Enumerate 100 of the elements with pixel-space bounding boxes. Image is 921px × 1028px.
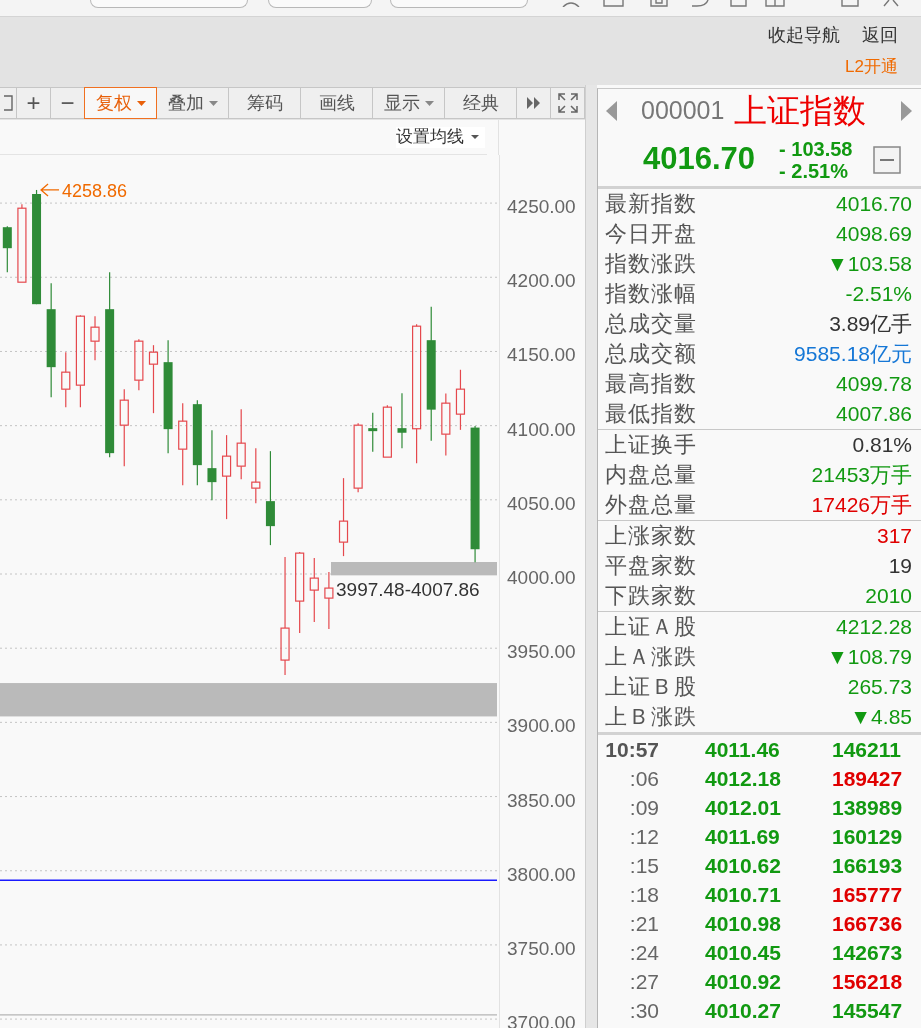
- stat-label: 最新指数: [605, 190, 697, 218]
- rising-candle: [441, 392, 451, 457]
- minus-box-icon[interactable]: [873, 145, 901, 174]
- tick-volume: 160129: [832, 823, 903, 850]
- tick-time: :06: [629, 765, 659, 792]
- stat-value: 4007.86: [836, 401, 912, 427]
- rising-candle: [455, 369, 466, 431]
- moving-average-dropdown[interactable]: 设置均线: [396, 126, 485, 148]
- double-triangle-icon: [526, 97, 541, 109]
- nav-link[interactable]: 返回: [862, 22, 898, 48]
- percent-change: - 2.51%: [779, 159, 849, 182]
- tick-time: :21: [629, 910, 659, 937]
- stat-label: 上Ａ涨跌: [605, 643, 697, 671]
- axis-label: 4250.00: [507, 196, 576, 218]
- curve-icon[interactable]: [691, 0, 709, 7]
- right-triangle-icon[interactable]: [901, 101, 912, 121]
- rising-candle: [309, 557, 319, 623]
- tick-time: :15: [629, 852, 659, 879]
- tick-price: 4011.46: [705, 736, 780, 763]
- rising-candle: [382, 404, 392, 458]
- falling-candle: [397, 392, 407, 449]
- axis-label: 4050.00: [507, 492, 576, 514]
- axis-label: 3800.00: [507, 863, 576, 885]
- stat-value: 19: [888, 553, 912, 579]
- stat-label: 最低指数: [605, 400, 697, 428]
- user-icon[interactable]: [562, 0, 580, 7]
- stat-value: 9585.18亿元: [794, 341, 912, 367]
- stat-value: 317: [876, 523, 912, 549]
- toolbar-control[interactable]: [268, 0, 372, 8]
- axis-label: 4100.00: [507, 418, 576, 440]
- stat-value: 17426万手: [811, 492, 912, 518]
- tick-price: 4010.98: [705, 910, 781, 937]
- stat-value: 4099.78: [836, 371, 912, 397]
- caret-icon: [471, 135, 479, 139]
- tick-time: :18: [629, 881, 659, 908]
- toolbar-button[interactable]: 显示: [372, 87, 445, 119]
- tick-volume: 189427: [832, 765, 903, 792]
- stat-value: 265.73: [847, 674, 912, 700]
- more-button[interactable]: [516, 87, 551, 119]
- axis-label: 4000.00: [507, 567, 576, 588]
- toolbar-button[interactable]: 叠加: [156, 87, 229, 119]
- stat-value: ▼103.58: [827, 251, 912, 277]
- toolbar-button[interactable]: +: [16, 87, 51, 119]
- index-name: 上证指数: [734, 92, 867, 130]
- nav-link[interactable]: 收起导航: [768, 22, 840, 48]
- maximize-icon[interactable]: [841, 0, 859, 7]
- axis-label: 3900.00: [507, 715, 576, 737]
- tick-price: 4010.27: [705, 997, 781, 1024]
- tick-time: :12: [629, 823, 659, 850]
- tick-price: 4011.69: [705, 823, 780, 850]
- stat-label: 下跌家数: [605, 582, 697, 610]
- toolbar-button[interactable]: −: [50, 87, 85, 119]
- index-price: 4016.70: [643, 140, 756, 179]
- toolbar-button[interactable]: 画线: [300, 87, 373, 119]
- stock-code: 000001: [641, 95, 725, 127]
- axis-label: 4200.00: [507, 270, 576, 292]
- stat-label: 指数涨幅: [605, 280, 697, 308]
- tick-volume: 138989: [832, 794, 903, 821]
- stat-value: 2010: [865, 583, 912, 609]
- tick-time: :24: [629, 939, 659, 966]
- toolbar-button[interactable]: 经典: [444, 87, 517, 119]
- close-icon[interactable]: [882, 0, 900, 7]
- stat-label: 总成交额: [605, 340, 697, 368]
- toolbar-button[interactable]: 筹码: [228, 87, 301, 119]
- stat-label: 上证换手: [605, 431, 697, 459]
- stat-label: 总成交量: [605, 310, 697, 338]
- stat-label: 最高指数: [605, 370, 697, 398]
- axis-label: 4150.00: [507, 344, 576, 366]
- stat-label: 上证Ｂ股: [605, 673, 697, 701]
- stat-label: 上Ｂ涨跌: [605, 703, 697, 731]
- toolbar-control[interactable]: [90, 0, 248, 8]
- tick-price: 4010.45: [705, 939, 781, 966]
- left-triangle-icon[interactable]: [606, 101, 617, 121]
- stat-label: 上涨家数: [605, 522, 697, 550]
- stat-label: 上证Ａ股: [605, 613, 697, 641]
- stat-value: 4212.28: [836, 614, 912, 640]
- stat-value: ▼108.79: [827, 644, 912, 670]
- stat-value: 0.81%: [852, 432, 912, 458]
- tick-price: 4010.71: [705, 881, 781, 908]
- tick-price: 4010.62: [705, 852, 781, 879]
- range-label: 3997.48-4007.86: [336, 579, 480, 601]
- tick-volume: 146211: [832, 736, 901, 763]
- rising-candle: [134, 338, 144, 391]
- tick-price: 4012.01: [705, 794, 781, 821]
- tick-volume: 166736: [832, 910, 903, 937]
- stat-value: 4016.70: [836, 191, 912, 217]
- toolbar-control[interactable]: [390, 0, 528, 8]
- stat-label: 指数涨跌: [605, 250, 697, 278]
- fullscreen-icon: [557, 93, 578, 113]
- fullscreen-button[interactable]: [550, 87, 585, 119]
- rising-candle: [236, 408, 246, 480]
- stat-value: ▼4.85: [850, 704, 912, 730]
- stat-value: 4098.69: [836, 221, 912, 247]
- stat-label: 外盘总量: [605, 491, 697, 519]
- window-icon[interactable]: [765, 0, 785, 7]
- axis-label: 3850.00: [507, 789, 576, 811]
- stat-value: -2.51%: [845, 281, 912, 307]
- stat-label: 平盘家数: [605, 552, 697, 580]
- stat-label: 今日开盘: [605, 220, 697, 248]
- stat-value: 3.89亿手: [829, 311, 912, 337]
